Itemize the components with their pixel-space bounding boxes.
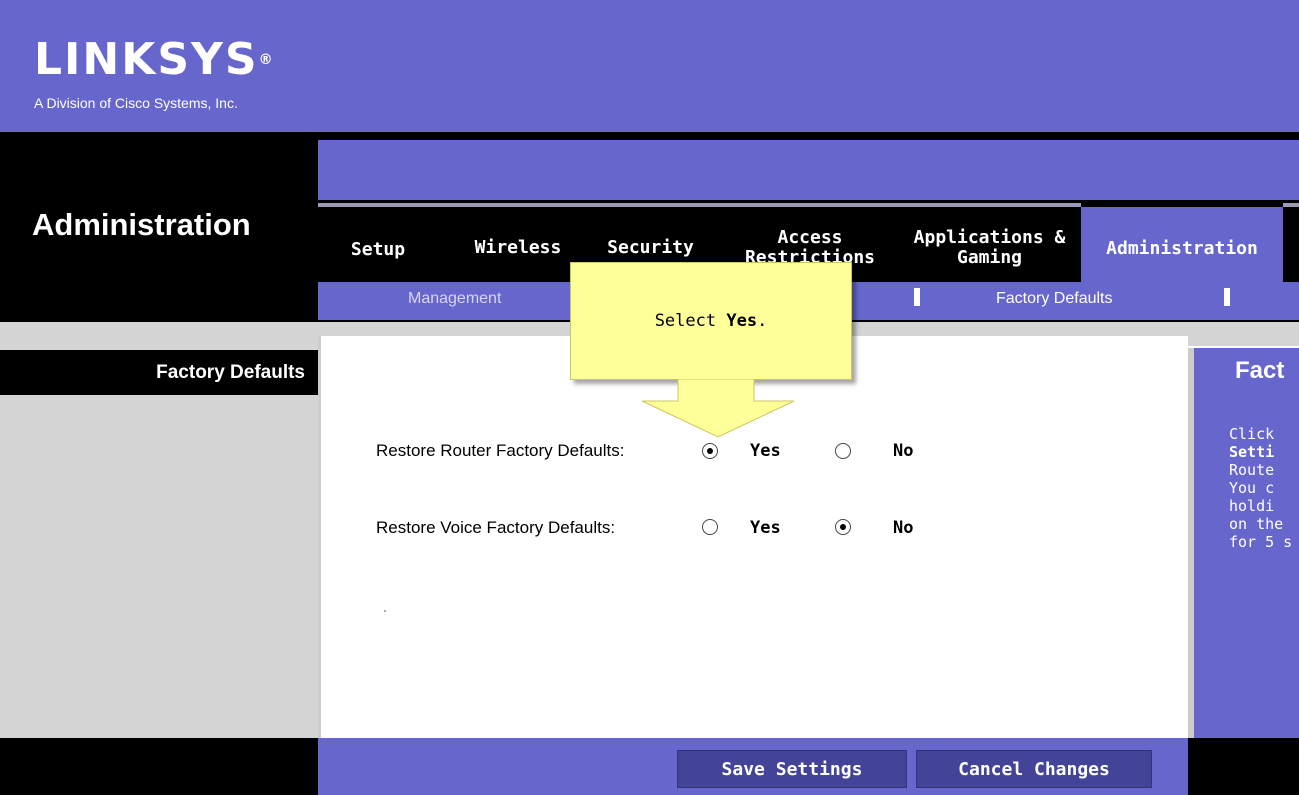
nav-top-strip	[318, 140, 1299, 200]
tab-wireless[interactable]: Wireless	[463, 238, 573, 258]
sidebar-title: Factory Defaults	[156, 362, 305, 383]
help-text: Click Setti Route You c holdi on the for…	[1229, 425, 1293, 551]
sidebar	[0, 346, 318, 738]
stray-dot	[384, 610, 386, 612]
subnav-factory-defaults[interactable]: Factory Defaults	[996, 290, 1112, 308]
linksys-logo: LINKSYS®	[34, 34, 273, 85]
voice-yes-label: Yes	[750, 518, 781, 538]
router-yes-label: Yes	[750, 441, 781, 461]
tab-rule	[318, 203, 1081, 207]
logo-tagline: A Division of Cisco Systems, Inc.	[34, 95, 238, 111]
router-yes-radio[interactable]	[702, 443, 718, 459]
voice-no-radio[interactable]	[835, 519, 851, 535]
tab-security[interactable]: Security	[598, 238, 703, 258]
voice-yes-radio[interactable]	[702, 519, 718, 535]
tab-rule-right	[1283, 203, 1299, 207]
help-title: Fact	[1235, 357, 1285, 384]
callout-text: Select Yes.	[654, 311, 768, 331]
page-title: Administration	[32, 207, 251, 242]
callout-arrow-icon	[641, 379, 795, 438]
router-no-radio[interactable]	[835, 443, 851, 459]
save-settings-button[interactable]: Save Settings	[677, 750, 907, 788]
tab-administration[interactable]: Administration	[1081, 207, 1283, 282]
router-no-label: No	[893, 441, 914, 461]
subnav-management[interactable]: Management	[408, 290, 501, 308]
subnav-separator	[1224, 288, 1230, 306]
router-defaults-label: Restore Router Factory Defaults:	[376, 441, 625, 460]
voice-no-label: No	[893, 518, 914, 538]
tab-applications-gaming[interactable]: Applications & Gaming	[912, 228, 1067, 268]
cancel-changes-button[interactable]: Cancel Changes	[916, 750, 1152, 788]
voice-defaults-label: Restore Voice Factory Defaults:	[376, 518, 616, 537]
subnav-separator	[914, 288, 920, 306]
tab-setup[interactable]: Setup	[333, 240, 423, 260]
